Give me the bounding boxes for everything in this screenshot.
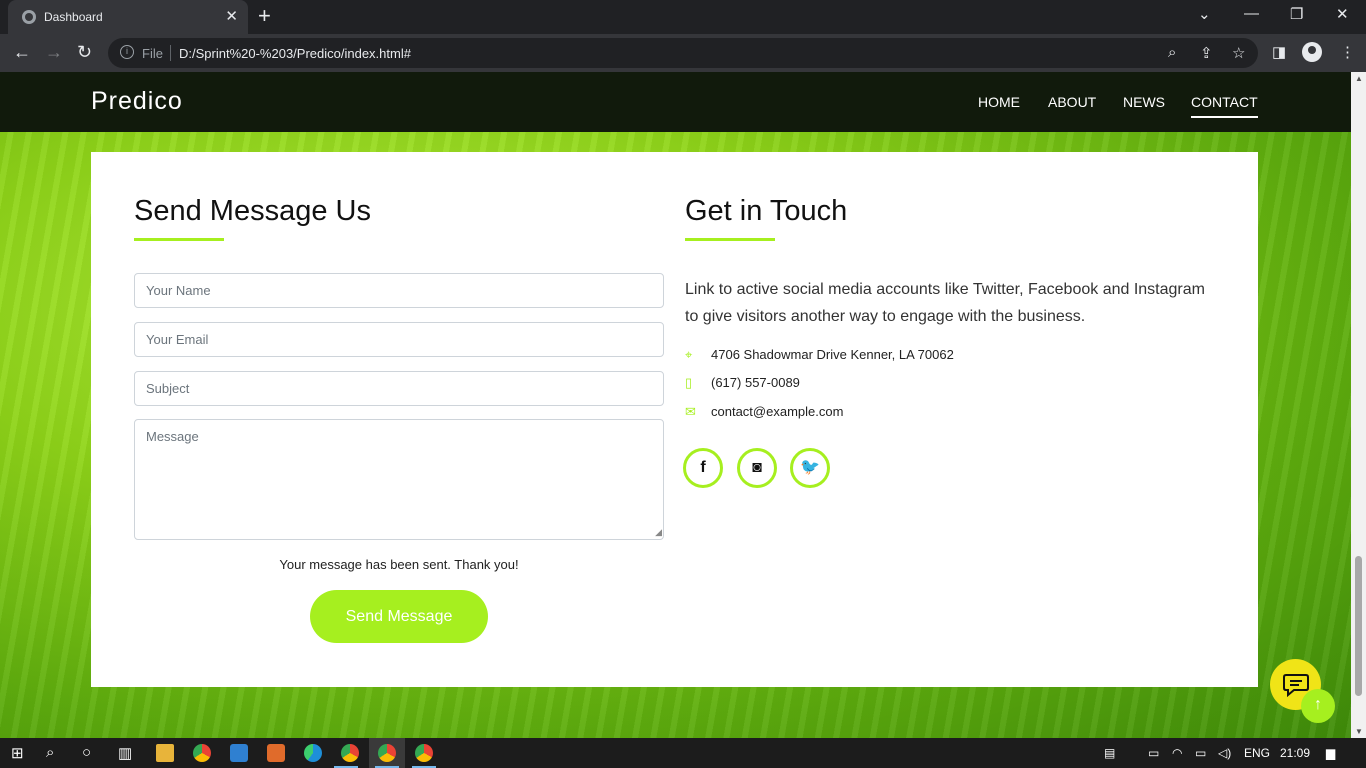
news-widget-icon[interactable]: ▤ bbox=[1104, 746, 1115, 760]
nav-contact[interactable]: CONTACT bbox=[1191, 94, 1258, 118]
windows-taskbar: ⊞ ⌕ ○ ▥ ▤ ▭ ◠ ▭ ◁) ENG 21:09 ▆ bbox=[0, 738, 1366, 768]
chrome-icon[interactable] bbox=[193, 744, 211, 762]
back-to-top-button[interactable]: ↑ bbox=[1301, 689, 1335, 723]
close-tab-icon[interactable]: ✕ bbox=[225, 7, 238, 25]
browser-toolbar: ← → ↻ i File D:/Sprint%20-%203/Predico/i… bbox=[0, 34, 1366, 72]
sent-confirmation: Your message has been sent. Thank you! bbox=[279, 557, 519, 572]
name-field[interactable]: Your Name bbox=[134, 273, 664, 308]
form-heading-underline bbox=[134, 238, 224, 241]
notification-icon[interactable]: ▆ bbox=[1326, 746, 1335, 760]
chrome-icon[interactable] bbox=[341, 744, 359, 762]
minimize-button[interactable]: — bbox=[1244, 5, 1259, 22]
info-icon[interactable]: i bbox=[120, 45, 134, 59]
nav-about[interactable]: ABOUT bbox=[1048, 94, 1096, 110]
site-header: Predico HOME ABOUT NEWS CONTACT bbox=[0, 72, 1351, 132]
map-pin-icon: ⌖ bbox=[685, 347, 693, 362]
email-field[interactable]: Your Email bbox=[134, 322, 664, 357]
new-tab-button[interactable]: + bbox=[258, 3, 271, 29]
reload-button[interactable]: ↻ bbox=[77, 42, 92, 63]
phone-text: (617) 557-0089 bbox=[711, 375, 800, 390]
windows-start-icon[interactable]: ⊞ bbox=[11, 744, 24, 762]
close-window-button[interactable]: ✕ bbox=[1336, 5, 1349, 23]
cortana-icon[interactable]: ○ bbox=[82, 744, 91, 761]
message-placeholder: Message bbox=[146, 429, 199, 444]
share-icon[interactable]: ⇪ bbox=[1200, 44, 1213, 62]
search-icon[interactable]: ⌕ bbox=[46, 744, 54, 761]
file-explorer-icon[interactable] bbox=[156, 744, 174, 762]
send-message-button[interactable]: Send Message bbox=[310, 590, 488, 643]
volume-icon[interactable]: ◁) bbox=[1218, 746, 1231, 760]
address-text: 4706 Shadowmar Drive Kenner, LA 70062 bbox=[711, 347, 954, 362]
email-text[interactable]: contact@example.com bbox=[711, 404, 843, 419]
scroll-down-icon[interactable]: ▼ bbox=[1355, 727, 1363, 736]
zoom-icon[interactable]: ⌕ bbox=[1168, 44, 1176, 61]
profile-avatar-icon[interactable] bbox=[1302, 42, 1322, 62]
address-bar[interactable]: i File D:/Sprint%20-%203/Predico/index.h… bbox=[108, 38, 1258, 68]
menu-kebab-icon[interactable]: ⋮ bbox=[1340, 43, 1355, 61]
scroll-up-icon[interactable]: ▲ bbox=[1355, 74, 1363, 83]
edge-icon[interactable] bbox=[304, 744, 322, 762]
phone-row: ▯ (617) 557-0089 bbox=[685, 375, 800, 391]
subject-field[interactable]: Subject bbox=[134, 371, 664, 406]
chrome-icon[interactable] bbox=[378, 744, 396, 762]
language-indicator[interactable]: ENG bbox=[1244, 746, 1270, 760]
envelope-icon: ✉ bbox=[685, 404, 696, 419]
page-scrollbar[interactable]: ▲ ▼ bbox=[1351, 72, 1366, 738]
address-row: ⌖ 4706 Shadowmar Drive Kenner, LA 70062 bbox=[685, 347, 954, 363]
task-view-icon[interactable]: ▥ bbox=[118, 744, 132, 762]
phone-icon: ▯ bbox=[685, 375, 693, 390]
chrome-icon[interactable] bbox=[415, 744, 433, 762]
meet-icon[interactable]: ▭ bbox=[1148, 746, 1159, 760]
xampp-icon[interactable] bbox=[267, 744, 285, 762]
url-text[interactable]: D:/Sprint%20-%203/Predico/index.html# bbox=[179, 46, 411, 61]
forward-button[interactable]: → bbox=[45, 42, 63, 63]
site-logo[interactable]: Predico bbox=[91, 87, 183, 116]
twitter-icon[interactable]: 🐦 bbox=[790, 448, 830, 488]
contact-heading-underline bbox=[685, 238, 775, 241]
restore-button[interactable]: ❐ bbox=[1290, 5, 1303, 23]
back-button[interactable]: ← bbox=[13, 42, 31, 63]
facebook-icon[interactable]: f bbox=[683, 448, 723, 488]
message-textarea[interactable]: Message ◢ bbox=[134, 419, 664, 540]
browser-tab[interactable]: Dashboard ✕ bbox=[8, 0, 248, 34]
globe-icon bbox=[22, 10, 36, 24]
bookmark-star-icon[interactable]: ☆ bbox=[1232, 44, 1245, 62]
url-scheme-label: File bbox=[142, 46, 163, 61]
resize-handle-icon[interactable]: ◢ bbox=[655, 527, 662, 538]
nav-home[interactable]: HOME bbox=[978, 94, 1020, 110]
instagram-icon[interactable]: ◙ bbox=[737, 448, 777, 488]
email-row: ✉ contact@example.com bbox=[685, 404, 843, 420]
vscode-icon[interactable] bbox=[230, 744, 248, 762]
tab-title: Dashboard bbox=[44, 10, 103, 24]
nav-news[interactable]: NEWS bbox=[1123, 94, 1165, 110]
browser-tab-strip: Dashboard ✕ + ⌄ — ❐ ✕ bbox=[0, 0, 1366, 34]
scrollbar-thumb[interactable] bbox=[1355, 556, 1362, 696]
tab-search-icon[interactable]: ⌄ bbox=[1198, 5, 1211, 23]
contact-heading: Get in Touch bbox=[685, 195, 848, 227]
clock[interactable]: 21:09 bbox=[1280, 746, 1310, 760]
side-panel-icon[interactable]: ◨ bbox=[1272, 43, 1286, 61]
page-viewport: Predico HOME ABOUT NEWS CONTACT Send Mes… bbox=[0, 72, 1351, 738]
contact-description: Link to active social media accounts lik… bbox=[685, 281, 1205, 325]
form-heading: Send Message Us bbox=[134, 195, 371, 227]
address-separator bbox=[170, 45, 171, 61]
contact-card: Send Message Us Your Name Your Email Sub… bbox=[91, 152, 1258, 687]
wifi-icon[interactable]: ◠ bbox=[1172, 746, 1182, 760]
battery-icon[interactable]: ▭ bbox=[1195, 746, 1206, 760]
